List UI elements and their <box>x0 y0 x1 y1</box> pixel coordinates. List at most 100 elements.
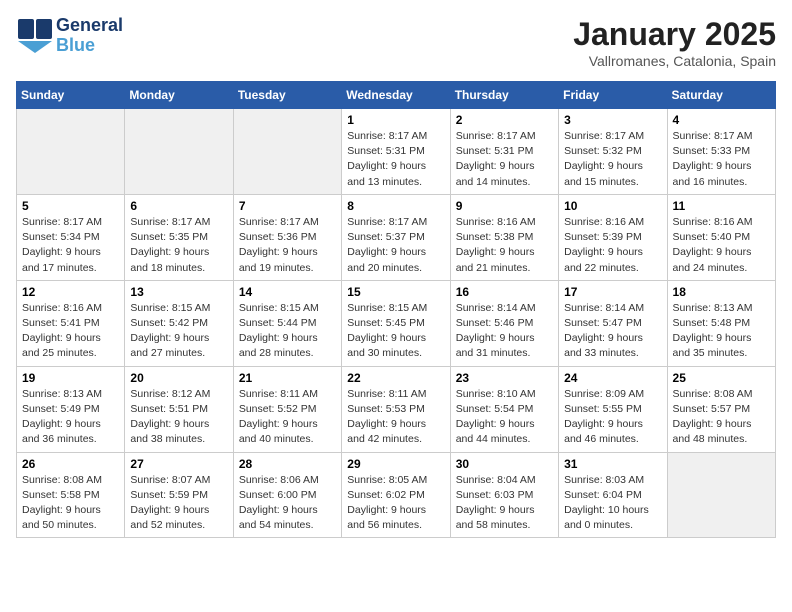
logo-general: General <box>56 16 123 36</box>
day-detail: Sunrise: 8:06 AM Sunset: 6:00 PM Dayligh… <box>239 473 336 534</box>
day-number: 21 <box>239 371 336 385</box>
day-number: 31 <box>564 457 661 471</box>
calendar-cell: 15 Sunrise: 8:15 AM Sunset: 5:45 PM Dayli… <box>342 280 450 366</box>
day-detail: Sunrise: 8:16 AM Sunset: 5:41 PM Dayligh… <box>22 301 119 362</box>
day-number: 23 <box>456 371 553 385</box>
day-detail: Sunrise: 8:08 AM Sunset: 5:58 PM Dayligh… <box>22 473 119 534</box>
day-detail: Sunrise: 8:16 AM Sunset: 5:40 PM Dayligh… <box>673 215 770 276</box>
day-detail: Sunrise: 8:08 AM Sunset: 5:57 PM Dayligh… <box>673 387 770 448</box>
month-title: January 2025 <box>573 16 776 53</box>
calendar-cell: 31 Sunrise: 8:03 AM Sunset: 6:04 PM Dayli… <box>559 452 667 538</box>
day-detail: Sunrise: 8:12 AM Sunset: 5:51 PM Dayligh… <box>130 387 227 448</box>
calendar-row: 26 Sunrise: 8:08 AM Sunset: 5:58 PM Dayli… <box>17 452 776 538</box>
day-detail: Sunrise: 8:11 AM Sunset: 5:52 PM Dayligh… <box>239 387 336 448</box>
calendar-cell: 11 Sunrise: 8:16 AM Sunset: 5:40 PM Dayli… <box>667 194 775 280</box>
day-detail: Sunrise: 8:13 AM Sunset: 5:49 PM Dayligh… <box>22 387 119 448</box>
day-detail: Sunrise: 8:15 AM Sunset: 5:42 PM Dayligh… <box>130 301 227 362</box>
calendar-cell <box>667 452 775 538</box>
day-number: 6 <box>130 199 227 213</box>
calendar-cell: 28 Sunrise: 8:06 AM Sunset: 6:00 PM Dayli… <box>233 452 341 538</box>
day-detail: Sunrise: 8:11 AM Sunset: 5:53 PM Dayligh… <box>347 387 444 448</box>
calendar-cell: 7Sunrise: 8:17 AM Sunset: 5:36 PM Daylig… <box>233 194 341 280</box>
day-number: 9 <box>456 199 553 213</box>
day-number: 19 <box>22 371 119 385</box>
calendar-row: 5 Sunrise: 8:17 AM Sunset: 5:34 PM Daylig… <box>17 194 776 280</box>
header-monday: Monday <box>125 82 233 109</box>
calendar-cell: 4Sunrise: 8:17 AM Sunset: 5:33 PM Daylig… <box>667 109 775 195</box>
calendar-cell: 14 Sunrise: 8:15 AM Sunset: 5:44 PM Dayli… <box>233 280 341 366</box>
day-number: 11 <box>673 199 770 213</box>
day-number: 24 <box>564 371 661 385</box>
calendar-cell: 5 Sunrise: 8:17 AM Sunset: 5:34 PM Daylig… <box>17 194 125 280</box>
calendar-cell: 27Sunrise: 8:07 AM Sunset: 5:59 PM Dayli… <box>125 452 233 538</box>
title-block: January 2025 Vallromanes, Catalonia, Spa… <box>573 16 776 69</box>
calendar-cell: 16Sunrise: 8:14 AM Sunset: 5:46 PM Dayli… <box>450 280 558 366</box>
day-detail: Sunrise: 8:17 AM Sunset: 5:31 PM Dayligh… <box>347 129 444 190</box>
day-number: 1 <box>347 113 444 127</box>
calendar-cell: 23 Sunrise: 8:10 AM Sunset: 5:54 PM Dayli… <box>450 366 558 452</box>
calendar-cell: 6Sunrise: 8:17 AM Sunset: 5:35 PM Daylig… <box>125 194 233 280</box>
calendar-cell <box>125 109 233 195</box>
calendar-row: 1 Sunrise: 8:17 AM Sunset: 5:31 PM Daylig… <box>17 109 776 195</box>
day-detail: Sunrise: 8:05 AM Sunset: 6:02 PM Dayligh… <box>347 473 444 534</box>
day-number: 15 <box>347 285 444 299</box>
day-detail: Sunrise: 8:15 AM Sunset: 5:44 PM Dayligh… <box>239 301 336 362</box>
day-detail: Sunrise: 8:07 AM Sunset: 5:59 PM Dayligh… <box>130 473 227 534</box>
day-detail: Sunrise: 8:17 AM Sunset: 5:34 PM Dayligh… <box>22 215 119 276</box>
calendar-cell <box>233 109 341 195</box>
calendar-cell: 20Sunrise: 8:12 AM Sunset: 5:51 PM Dayli… <box>125 366 233 452</box>
logo: General Blue <box>16 16 123 56</box>
day-detail: Sunrise: 8:17 AM Sunset: 5:37 PM Dayligh… <box>347 215 444 276</box>
header-friday: Friday <box>559 82 667 109</box>
header-saturday: Saturday <box>667 82 775 109</box>
calendar-cell: 29 Sunrise: 8:05 AM Sunset: 6:02 PM Dayli… <box>342 452 450 538</box>
calendar-cell: 26 Sunrise: 8:08 AM Sunset: 5:58 PM Dayli… <box>17 452 125 538</box>
calendar-row: 12 Sunrise: 8:16 AM Sunset: 5:41 PM Dayli… <box>17 280 776 366</box>
calendar-cell: 30 Sunrise: 8:04 AM Sunset: 6:03 PM Dayli… <box>450 452 558 538</box>
calendar-cell: 22 Sunrise: 8:11 AM Sunset: 5:53 PM Dayli… <box>342 366 450 452</box>
location-subtitle: Vallromanes, Catalonia, Spain <box>573 53 776 69</box>
day-number: 30 <box>456 457 553 471</box>
day-number: 2 <box>456 113 553 127</box>
day-detail: Sunrise: 8:14 AM Sunset: 5:47 PM Dayligh… <box>564 301 661 362</box>
calendar-row: 19 Sunrise: 8:13 AM Sunset: 5:49 PM Dayli… <box>17 366 776 452</box>
day-number: 22 <box>347 371 444 385</box>
day-number: 17 <box>564 285 661 299</box>
day-detail: Sunrise: 8:15 AM Sunset: 5:45 PM Dayligh… <box>347 301 444 362</box>
day-number: 28 <box>239 457 336 471</box>
day-detail: Sunrise: 8:16 AM Sunset: 5:38 PM Dayligh… <box>456 215 553 276</box>
day-detail: Sunrise: 8:17 AM Sunset: 5:32 PM Dayligh… <box>564 129 661 190</box>
day-detail: Sunrise: 8:10 AM Sunset: 5:54 PM Dayligh… <box>456 387 553 448</box>
calendar-cell: 9 Sunrise: 8:16 AM Sunset: 5:38 PM Daylig… <box>450 194 558 280</box>
header-tuesday: Tuesday <box>233 82 341 109</box>
day-number: 18 <box>673 285 770 299</box>
calendar-cell: 24 Sunrise: 8:09 AM Sunset: 5:55 PM Dayli… <box>559 366 667 452</box>
calendar-header: SundayMondayTuesdayWednesdayThursdayFrid… <box>17 82 776 109</box>
calendar-body: 1 Sunrise: 8:17 AM Sunset: 5:31 PM Daylig… <box>17 109 776 538</box>
day-detail: Sunrise: 8:14 AM Sunset: 5:46 PM Dayligh… <box>456 301 553 362</box>
day-number: 26 <box>22 457 119 471</box>
calendar-cell: 17 Sunrise: 8:14 AM Sunset: 5:47 PM Dayli… <box>559 280 667 366</box>
day-number: 8 <box>347 199 444 213</box>
calendar-cell: 25Sunrise: 8:08 AM Sunset: 5:57 PM Dayli… <box>667 366 775 452</box>
day-detail: Sunrise: 8:03 AM Sunset: 6:04 PM Dayligh… <box>564 473 661 534</box>
day-detail: Sunrise: 8:17 AM Sunset: 5:36 PM Dayligh… <box>239 215 336 276</box>
day-number: 3 <box>564 113 661 127</box>
day-number: 29 <box>347 457 444 471</box>
calendar-cell: 18 Sunrise: 8:13 AM Sunset: 5:48 PM Dayli… <box>667 280 775 366</box>
calendar-cell: 2Sunrise: 8:17 AM Sunset: 5:31 PM Daylig… <box>450 109 558 195</box>
header-wednesday: Wednesday <box>342 82 450 109</box>
day-detail: Sunrise: 8:09 AM Sunset: 5:55 PM Dayligh… <box>564 387 661 448</box>
day-number: 13 <box>130 285 227 299</box>
header-row: SundayMondayTuesdayWednesdayThursdayFrid… <box>17 82 776 109</box>
page-header: General Blue January 2025 Vallromanes, C… <box>16 16 776 69</box>
calendar-cell: 8 Sunrise: 8:17 AM Sunset: 5:37 PM Daylig… <box>342 194 450 280</box>
day-detail: Sunrise: 8:16 AM Sunset: 5:39 PM Dayligh… <box>564 215 661 276</box>
day-number: 10 <box>564 199 661 213</box>
day-detail: Sunrise: 8:13 AM Sunset: 5:48 PM Dayligh… <box>673 301 770 362</box>
day-detail: Sunrise: 8:04 AM Sunset: 6:03 PM Dayligh… <box>456 473 553 534</box>
day-number: 5 <box>22 199 119 213</box>
day-number: 12 <box>22 285 119 299</box>
day-number: 14 <box>239 285 336 299</box>
calendar-cell: 21 Sunrise: 8:11 AM Sunset: 5:52 PM Dayli… <box>233 366 341 452</box>
